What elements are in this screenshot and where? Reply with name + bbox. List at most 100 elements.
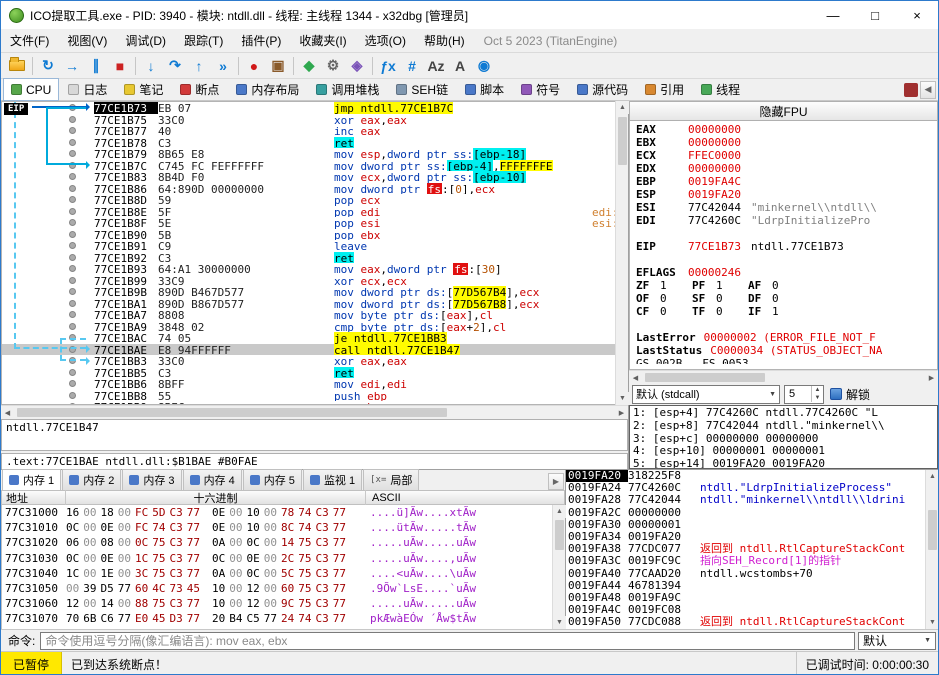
disasm-row[interactable]: 77CE1B9B 890D B467D577 mov dword ptr ds:[7… [2, 286, 615, 299]
spinner-arrows[interactable]: ▲ ▼ [811, 386, 823, 402]
argument-row[interactable]: 5: [esp+14] 0019FA20 0019FA20 [633, 457, 934, 468]
register-row[interactable]: ECX FFEC0000 [636, 149, 937, 162]
register-row[interactable]: LastError 00000002 (ERROR_FILE_NOT_F [636, 331, 937, 344]
disasm-row[interactable]: 77CE1BB8 55 push ebp [2, 390, 615, 403]
dump-row[interactable]: 77C31070 70 6B C6 77 E0 45 D3 77 20 B4 C5 77 24 74 C3 77… [2, 611, 552, 626]
dump-row[interactable]: 77C31060 12 00 14 00 88 75 C3 77 10 00 12 00 9C 75 C3 77… [2, 596, 552, 611]
dump-tab-memory-5[interactable]: 内存 5 [242, 469, 302, 490]
dump-row[interactable]: 77C31000 16 00 18 00 FC 5D C3 77 0E 00 10 00 78 74 C3 77… [2, 505, 552, 520]
open-file-icon[interactable] [5, 55, 29, 77]
disasm-row[interactable]: 77CE1BAC 74 05 je ntdll.77CE1BB3 [2, 332, 615, 345]
unlock-toggle[interactable]: 解锁 [830, 386, 870, 403]
pause-icon[interactable]: ∥ [84, 55, 108, 77]
tab-call-stack[interactable]: 调用堆栈 [308, 78, 387, 101]
tab-source[interactable]: 源代码 [569, 78, 636, 101]
stack-row[interactable]: 0019FA40 77CAAD20 ntdll.wcstombs+70 [566, 567, 925, 580]
scroll-left-icon[interactable]: ◀ [629, 371, 642, 384]
disasm-row[interactable]: 77CE1B93 64:A1 30000000 mov eax,dword ptr … [2, 263, 615, 276]
register-row[interactable]: EAX 00000000 [636, 123, 937, 136]
menu-item[interactable]: 收藏夹(I) [290, 29, 355, 52]
stack-row[interactable]: 0019FA50 77CDC088 返回到 ntdll.RtlCaptureStac… [566, 616, 925, 628]
disasm-row[interactable]: 77CE1B90 5B pop ebx [2, 229, 615, 242]
register-row[interactable]: EBP 0019FA4C [636, 175, 937, 188]
memory-map-icon[interactable]: ▣ [266, 55, 290, 77]
column-header-hex[interactable]: 十六进制 [66, 489, 366, 506]
stack-row[interactable]: 0019FA2C 00000000 [566, 506, 925, 519]
register-row[interactable]: LastStatus C0000034 (STATUS_OBJECT_NA [636, 344, 937, 357]
stack-row[interactable]: 0019FA3C 0019FC9C 指向SEH_Record[1]的指针 [566, 555, 925, 567]
disasm-row[interactable]: 77CE1B86 64:890D 00000000 mov dword ptr fs… [2, 182, 615, 196]
registers-view[interactable]: EAX 00000000 EBX 00000000 ECX FFEC0000 EDX 0000… [629, 121, 938, 370]
flags-row[interactable]: CF 0 TF 0 IF 1 [636, 305, 937, 318]
disasm-row[interactable]: 77CE1B99 33C9 xor ecx,ecx [2, 275, 615, 288]
dump-tab-memory-3[interactable]: 内存 3 [122, 469, 182, 490]
dump-row[interactable]: 77C31020 06 00 08 00 0C 75 C3 77 0A 00 0C 00 14 75 C3 77… [2, 535, 552, 550]
step-into-icon[interactable]: ↓ [139, 55, 163, 77]
disasm-row[interactable]: 77CE1BB5 C3 ret [2, 366, 615, 380]
stack-view[interactable]: 0019FA20 318225F8 0019FA24 77C4260C ntdll."L… [566, 470, 925, 629]
register-row[interactable]: EDI 77C4260C "LdrpInitializePro [636, 214, 937, 227]
tab-cpu[interactable]: CPU [3, 78, 60, 101]
handles-tab-icon[interactable] [904, 82, 918, 97]
step-out-icon[interactable]: ↑ [187, 55, 211, 77]
scroll-down-icon[interactable]: ▼ [926, 616, 938, 629]
dump-row[interactable]: 77C31040 1C 00 1E 00 3C 75 C3 77 0A 00 0C 00 5C 75 C3 77… [2, 566, 552, 581]
disasm-row[interactable]: 77CE1BA7 8808 mov byte ptr ds:[eax],cl [2, 309, 615, 322]
tab-breakpoints[interactable]: 断点 [172, 78, 227, 101]
register-row[interactable]: ESI 77C42044 "minkernel\\ntdll\\ [636, 201, 937, 214]
disassembly-view[interactable]: 77CE1B73 EB 07 jmp ntdll.77CE1B7C 77CE1B75 3… [1, 101, 615, 405]
case-icon[interactable]: Az [424, 55, 448, 77]
menu-item[interactable]: 视图(V) [58, 29, 116, 52]
dump-tab-watch-1[interactable]: 监视 1 [302, 469, 363, 490]
register-row[interactable]: EDX 00000000 [636, 162, 937, 175]
register-row[interactable]: EBX 00000000 [636, 136, 937, 149]
column-header-ascii[interactable]: ASCII [366, 492, 564, 504]
dump-row[interactable]: 77C31010 0C 00 0E 00 FC 74 C3 77 0E 00 10 00 8C 74 C3 77… [2, 520, 552, 535]
avx-icon[interactable]: ◉ [472, 55, 496, 77]
menu-item[interactable]: 选项(O) [356, 29, 415, 52]
column-header-address[interactable]: 地址 [2, 489, 66, 506]
tab-symbols[interactable]: 符号 [513, 78, 568, 101]
tab-notes[interactable]: 笔记 [116, 78, 171, 101]
breakpoint-dot[interactable] [69, 368, 76, 376]
flags-row[interactable]: OF 0 SF 0 DF 0 [636, 292, 937, 305]
disasm-row[interactable]: 77CE1B83 8B4D F0 mov ecx,dword ptr ss:[ebp… [2, 171, 615, 184]
registers-hscrollbar[interactable]: ◀ ▶ [629, 370, 938, 384]
restart-icon[interactable]: ↻ [36, 55, 60, 77]
disasm-row[interactable]: 77CE1B8F 5E pop esi esi: [2, 217, 615, 230]
menu-item[interactable]: 调试(D) [116, 29, 175, 52]
stack-vscrollbar[interactable]: ▲ ▼ [925, 470, 938, 629]
disassembly-hscrollbar[interactable]: ◀ ▶ [1, 405, 628, 419]
tab-script[interactable]: 脚本 [457, 78, 512, 101]
tab-seh[interactable]: SEH链 [388, 78, 456, 101]
dump-tab-scroll-right-button[interactable]: ▶ [548, 473, 564, 490]
argument-row[interactable]: 2: [esp+8] 77C42044 ntdll."minkernel\\ [633, 419, 934, 433]
dump-row[interactable]: 77C31030 0C 00 0E 00 1C 75 C3 77 0C 00 0E 00 2C 75 C3 77… [2, 551, 552, 566]
disasm-row[interactable]: 77CE1B91 C9 leave [2, 240, 615, 253]
dump-tab-memory-4[interactable]: 内存 4 [182, 469, 242, 490]
menu-item[interactable]: 跟踪(T) [175, 29, 232, 52]
register-row[interactable]: ESP 0019FA20 [636, 188, 937, 201]
tab-threads[interactable]: 线程 [693, 78, 748, 101]
maximize-button[interactable]: □ [854, 1, 896, 29]
calling-convention-select[interactable]: 默认 (stdcall) ▼ [632, 384, 780, 404]
dump-tab-memory-1[interactable]: 内存 1 [2, 469, 62, 490]
minimize-button[interactable]: — [812, 1, 854, 29]
close-button[interactable]: × [896, 1, 938, 29]
scroll-up-icon[interactable]: ▲ [616, 101, 629, 114]
register-row[interactable]: EFLAGS 00000246 [636, 266, 937, 279]
register-row[interactable]: EIP 77CE1B73 ntdll.77CE1B73 [636, 240, 937, 253]
scroll-down-icon[interactable]: ▼ [616, 392, 629, 405]
menu-item[interactable]: 帮助(H) [415, 29, 474, 52]
gear-icon[interactable]: ⚙ [321, 55, 345, 77]
command-preset-select[interactable]: 默认 ▼ [858, 631, 936, 650]
disasm-row[interactable]: 77CE1B77 40 inc eax [2, 125, 615, 138]
argument-count-spinner[interactable]: 5 ▲ ▼ [784, 384, 824, 404]
menu-item[interactable]: 插件(P) [232, 29, 290, 52]
patch-icon[interactable]: ◆ [297, 55, 321, 77]
disasm-row[interactable]: 77CE1BA1 890D B867D577 mov dword ptr ds:[7… [2, 297, 615, 311]
stop-icon[interactable]: ■ [108, 55, 132, 77]
scroll-right-icon[interactable]: ▶ [925, 371, 938, 384]
dump-row[interactable]: 77C31050 00 39 D5 77 60 4C 73 45 10 00 12 00 60 75 C3 77… [2, 581, 552, 596]
dump-view[interactable]: 77C31000 16 00 18 00 FC 5D C3 77 0E 00 10 00 78 74 C3 77… [1, 505, 552, 629]
